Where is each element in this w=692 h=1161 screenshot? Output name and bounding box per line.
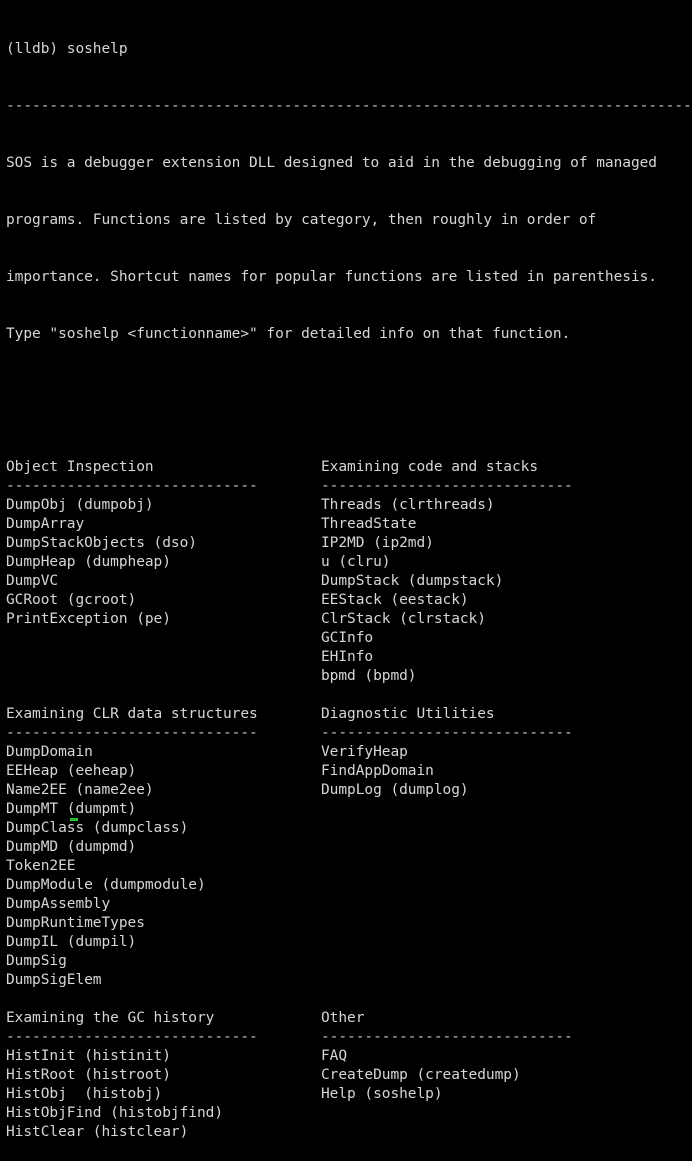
command-item: EHInfo [321,649,374,665]
section-left: Examining CLR data structures -----------… [6,705,321,990]
intro-line: Type "soshelp <functionname>" for detail… [6,326,571,342]
section-title: Examining CLR data structures [6,706,258,722]
command-item: DumpIL (dumpil) [6,934,137,950]
command-item: EEHeap (eeheap) [6,763,137,779]
section-rule: ----------------------------- [321,725,573,741]
command-item: ThreadState [321,516,417,532]
section-rule: ----------------------------- [321,478,573,494]
command-item: DumpObj (dumpobj) [6,497,154,513]
command-item: VerifyHeap [321,744,408,760]
intro-line: SOS is a debugger extension DLL designed… [6,155,657,171]
command-item: DumpSig [6,953,67,969]
command-item: Token2EE [6,858,76,874]
section-title: Examining code and stacks [321,459,538,475]
section-right: Examining code and stacks ---------------… [321,458,636,686]
command-item: DumpMD (dumpmd) [6,839,137,855]
command-item: bpmd (bpmd) [321,668,417,684]
command-prompt: (lldb) soshelp [6,41,128,57]
section-row: Examining CLR data structures -----------… [6,705,692,990]
command-item: u (clru) [321,554,391,570]
command-item: DumpVC [6,573,59,589]
section-title: Diagnostic Utilities [321,706,495,722]
command-item: DumpStackObjects (dso) [6,535,197,551]
command-item: Threads (clrthreads) [321,497,495,513]
command-item: GCInfo [321,630,374,646]
command-item: DumpSigElem [6,972,102,988]
command-item: DumpStack (dumpstack) [321,573,504,589]
command-item: HistClear (histclear) [6,1124,189,1140]
section-row: Object Inspection -----------------------… [6,458,692,686]
command-item: GCRoot (gcroot) [6,592,137,608]
command-item: DumpModule (dumpmodule) [6,877,206,893]
command-item: Name2EE (name2ee) [6,782,154,798]
command-item: DumpClass (dumpclass) [6,820,189,836]
command-item: EEStack (eestack) [321,592,469,608]
command-item: DumpDomain [6,744,93,760]
terminal-output: (lldb) soshelp -------------------------… [6,2,692,1161]
section-rule: ----------------------------- [6,478,258,494]
section-right: Diagnostic Utilities --------------------… [321,705,636,990]
intro-line: programs. Functions are listed by catego… [6,212,597,228]
command-item: FAQ [321,1048,348,1064]
command-item: Help (soshelp) [321,1086,443,1102]
command-item: CreateDump (createdump) [321,1067,521,1083]
section-rule: ----------------------------- [6,1029,258,1045]
command-item: FindAppDomain [321,763,434,779]
command-item: DumpAssembly [6,896,111,912]
command-item: HistObj (histobj) [6,1086,163,1102]
section-rule: ----------------------------- [6,725,258,741]
intro-line: importance. Shortcut names for popular f… [6,269,657,285]
command-item: DumpArray [6,516,85,532]
command-item: HistObjFind (histobjfind) [6,1105,223,1121]
top-rule: ----------------------------------------… [6,98,692,114]
command-item: DumpRuntimeTypes [6,915,145,931]
command-item: ClrStack (clrstack) [321,611,486,627]
section-title: Examining the GC history [6,1010,215,1026]
section-title: Object Inspection [6,459,154,475]
command-item: IP2MD (ip2md) [321,535,434,551]
section-rule: ----------------------------- [321,1029,573,1045]
section-left: Object Inspection -----------------------… [6,458,321,686]
section-title: Other [321,1010,365,1026]
section-right: Other ----------------------------- FAQ Cre… [321,1009,636,1142]
section-left: Examining the GC history ----------------… [6,1009,321,1142]
command-sections: Object Inspection -----------------------… [6,458,692,1142]
section-row: Examining the GC history ----------------… [6,1009,692,1142]
command-item: HistInit (histinit) [6,1048,171,1064]
command-item: DumpMT (dumpmt) [6,801,137,817]
command-item: HistRoot (histroot) [6,1067,171,1083]
command-item: DumpLog (dumplog) [321,782,469,798]
command-item: DumpHeap (dumpheap) [6,554,171,570]
command-item: PrintException (pe) [6,611,171,627]
